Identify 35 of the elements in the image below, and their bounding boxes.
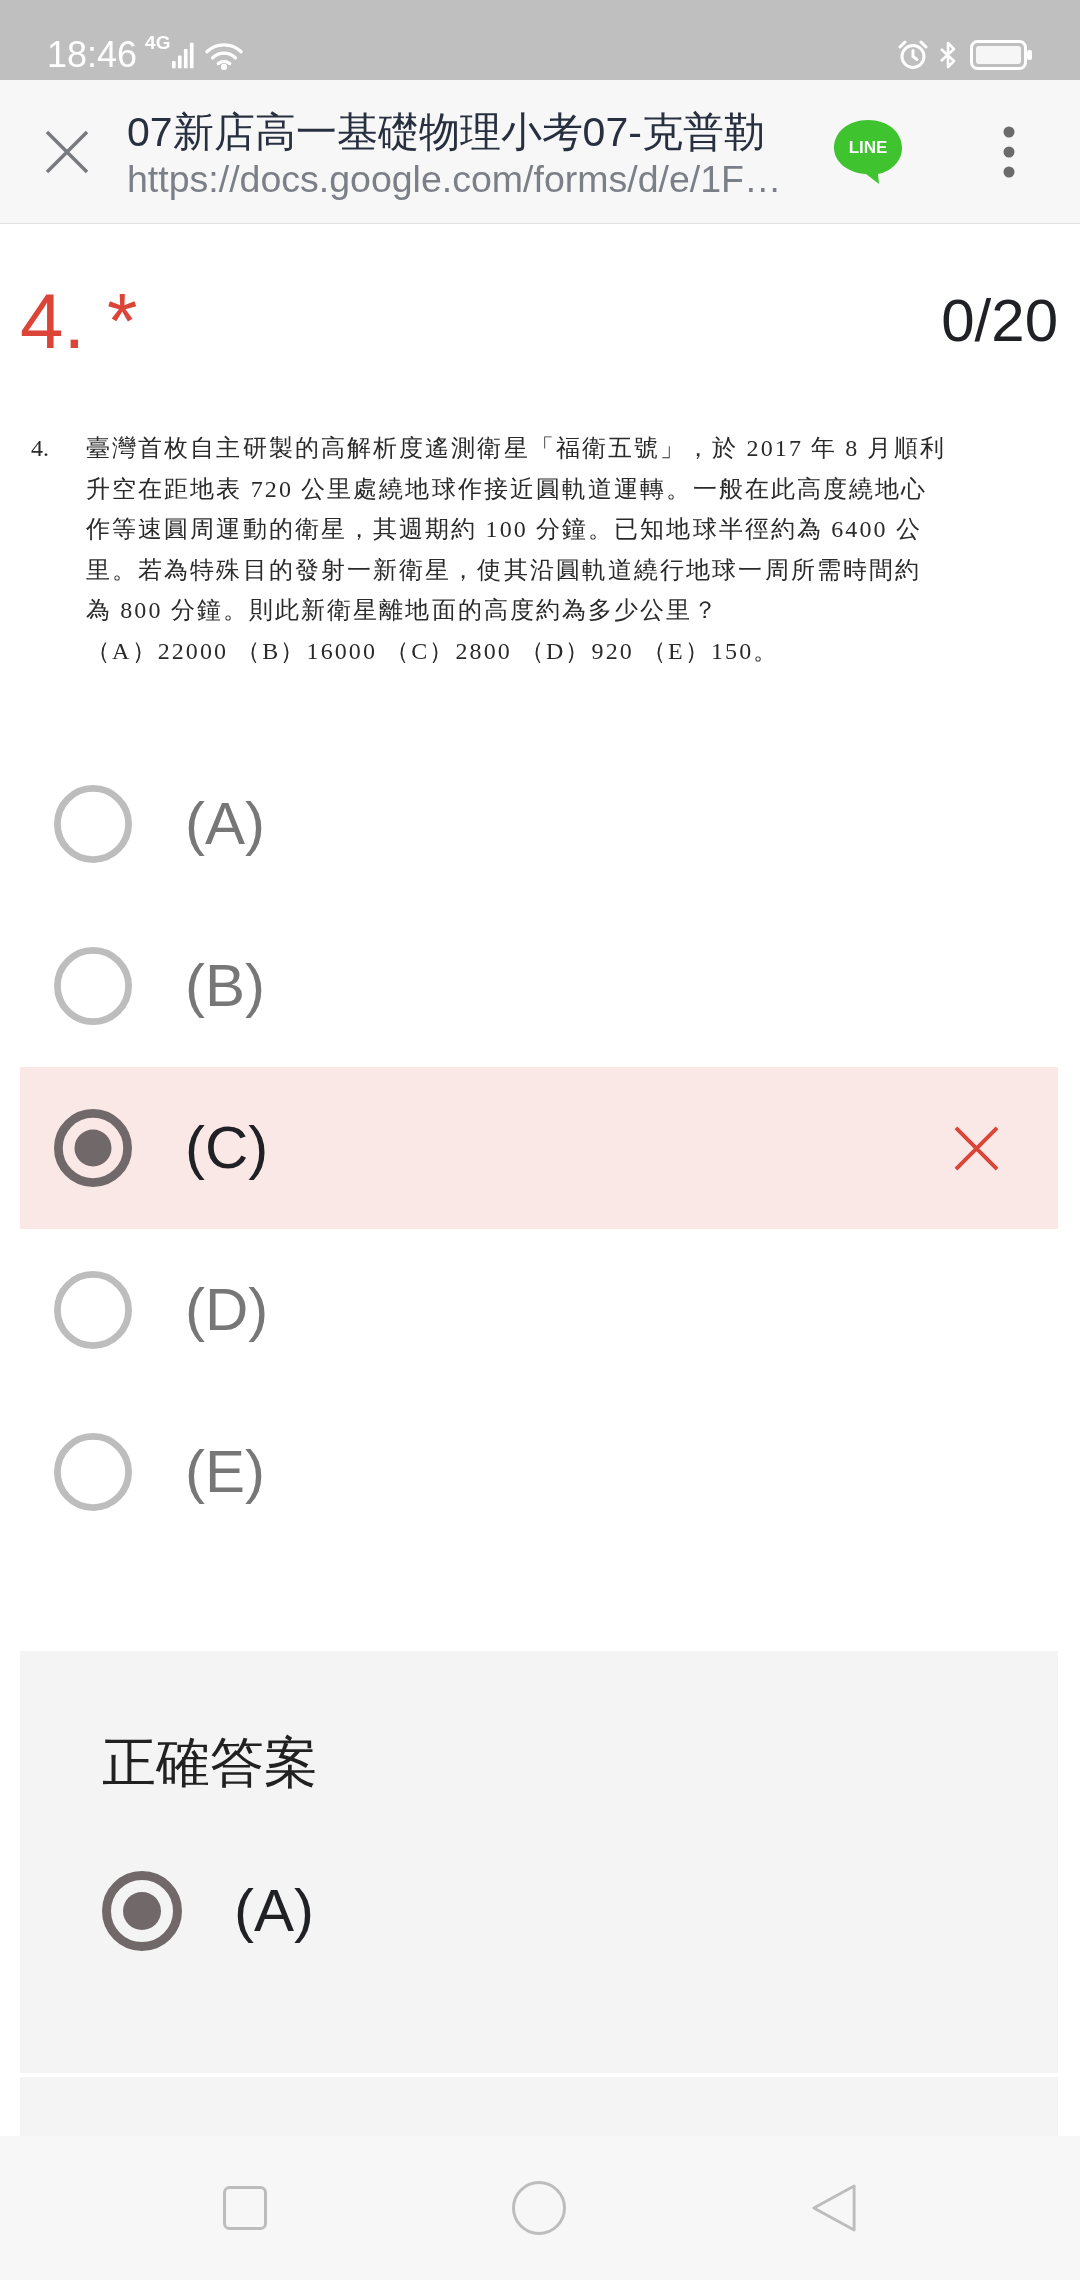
wifi-icon	[204, 40, 245, 70]
page-title: 07新店高一基礎物理小考07-克普勒	[127, 107, 765, 156]
recent-apps-icon[interactable]	[223, 2186, 267, 2230]
answer-label: (A)	[234, 1876, 314, 1946]
status-time: 18:46	[47, 35, 138, 75]
page-url: https://docs.google.com/forms/d/e/1F…	[127, 156, 782, 202]
option-label: (A)	[185, 789, 265, 859]
radio-button[interactable]	[54, 785, 132, 863]
option-label: (D)	[185, 1275, 269, 1345]
item-number: 4.	[31, 434, 50, 463]
required-asterisk: *	[107, 276, 138, 366]
battery-icon	[970, 40, 1032, 70]
option-label: (B)	[185, 951, 265, 1021]
radio-button[interactable]	[54, 1109, 132, 1187]
question-text: 臺灣首枚自主研製的高解析度遙測衛星「福衛五號」，於 2017 年 8 月順利 升空在距地表 720 公里處繞地球作接近圓軌道運轉。一般在此高度繞地心 作等速圓周運動的衛星，其週期約 100 分鐘。已知地球半徑約為 6400 公 里。若為特殊目的發射一新衛星，使其沿圓軌道繞行地球一周所需時間約 為 800 分鐘。則此新衛星離地面的高度約為多少公里？	[86, 434, 946, 625]
line-share-button[interactable]: LINE	[833, 118, 903, 185]
option-label: (E)	[185, 1437, 265, 1507]
option-label: (C)	[185, 1113, 269, 1183]
radio-button[interactable]	[54, 1271, 132, 1349]
answer-choices-text: （A）22000 （B）16000 （C）2800 （D）920 （E）150。	[86, 636, 780, 666]
network-type: 4G	[145, 33, 171, 52]
correct-answer-title: 正確答案	[102, 1731, 318, 1794]
radio-button[interactable]	[54, 947, 132, 1025]
speech-bubble-icon	[833, 118, 903, 185]
radio-button[interactable]	[102, 1871, 182, 1951]
home-icon[interactable]	[512, 2181, 566, 2235]
back-icon[interactable]	[811, 2183, 857, 2233]
close-icon[interactable]	[45, 129, 89, 174]
question-score: 0/20	[941, 286, 1058, 356]
radio-button[interactable]	[54, 1433, 132, 1511]
signal-icon	[172, 41, 195, 69]
alarm-clock-icon	[898, 40, 928, 70]
bluetooth-icon	[938, 40, 958, 70]
more-options-icon[interactable]	[1003, 125, 1015, 178]
question-number: 4.	[20, 276, 86, 366]
